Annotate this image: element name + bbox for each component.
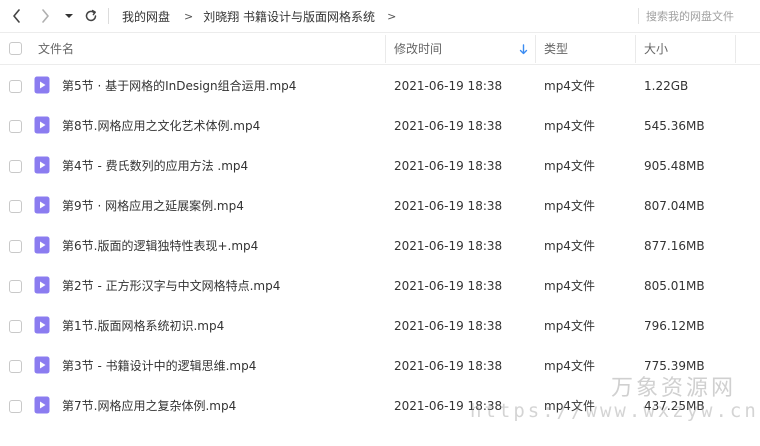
file-name[interactable]: 第1节.版面网格系统初识.mp4	[62, 306, 224, 346]
file-modified-time: 2021-06-19 18:38	[394, 279, 503, 293]
top-navigation-bar: 我的网盘 > 刘晓翔 书籍设计与版面网格系统 >	[0, 0, 760, 32]
column-header-type[interactable]: 类型	[544, 33, 568, 64]
column-resize-handle[interactable]	[635, 35, 636, 63]
column-header-type-label: 类型	[544, 42, 569, 56]
file-size: 807.04MB	[644, 199, 705, 213]
breadcrumb-item-root[interactable]: 我的网盘	[122, 8, 170, 25]
file-row[interactable]: 第5节 · 基于网格的InDesign组合运用.mp4 2021-06-19 1…	[0, 66, 760, 106]
column-header-name[interactable]: 文件名	[38, 33, 74, 64]
forward-button[interactable]	[34, 5, 56, 27]
file-modified-time: 2021-06-19 18:38	[394, 119, 503, 133]
file-type: mp4文件	[544, 79, 595, 93]
video-file-icon	[34, 156, 50, 174]
row-checkbox[interactable]	[9, 200, 22, 213]
column-header-modified-label: 修改时间	[394, 42, 443, 56]
file-type: mp4文件	[544, 319, 595, 333]
file-name[interactable]: 第8节.网格应用之文化艺术体例.mp4	[62, 106, 260, 146]
row-checkbox[interactable]	[9, 280, 22, 293]
file-modified-time: 2021-06-19 18:38	[394, 79, 503, 93]
arrow-down-icon	[519, 44, 528, 55]
file-name[interactable]: 第9节 · 网格应用之延展案例.mp4	[62, 186, 244, 226]
column-header-size[interactable]: 大小	[644, 33, 668, 64]
history-dropdown-button[interactable]	[60, 5, 78, 27]
row-checkbox[interactable]	[9, 120, 22, 133]
file-size: 805.01MB	[644, 279, 705, 293]
file-row[interactable]: 第2节 - 正方形汉字与中文网格特点.mp4 2021-06-19 18:38 …	[0, 266, 760, 306]
file-type: mp4文件	[544, 359, 595, 373]
file-modified-time: 2021-06-19 18:38	[394, 199, 503, 213]
breadcrumb-separator: >	[184, 9, 194, 23]
back-button[interactable]	[6, 5, 28, 27]
row-checkbox[interactable]	[9, 360, 22, 373]
column-header-name-label: 文件名	[38, 42, 75, 56]
refresh-button[interactable]	[80, 5, 102, 27]
file-size: 905.48MB	[644, 159, 705, 173]
file-type: mp4文件	[544, 239, 595, 253]
breadcrumb-separator-trailing[interactable]: >	[387, 10, 396, 23]
file-row[interactable]: 第6节.版面的逻辑独特性表现+.mp4 2021-06-19 18:38 mp4…	[0, 226, 760, 266]
column-resize-handle[interactable]	[385, 35, 386, 63]
chevron-left-icon	[13, 9, 20, 23]
breadcrumb: 我的网盘 > 刘晓翔 书籍设计与版面网格系统 >	[122, 0, 406, 32]
file-row[interactable]: 第4节 - 费氏数列的应用方法 .mp4 2021-06-19 18:38 mp…	[0, 146, 760, 186]
file-name[interactable]: 第2节 - 正方形汉字与中文网格特点.mp4	[62, 266, 280, 306]
file-size: 1.22GB	[644, 79, 689, 93]
file-modified-time: 2021-06-19 18:38	[394, 319, 503, 333]
file-type: mp4文件	[544, 279, 595, 293]
video-file-icon	[34, 76, 50, 94]
video-file-icon	[34, 236, 50, 254]
file-name[interactable]: 第6节.版面的逻辑独特性表现+.mp4	[62, 226, 258, 266]
file-modified-time: 2021-06-19 18:38	[394, 359, 503, 373]
row-checkbox[interactable]	[9, 240, 22, 253]
file-type: mp4文件	[544, 199, 595, 213]
file-modified-time: 2021-06-19 18:38	[394, 239, 503, 253]
video-file-icon	[34, 396, 50, 414]
file-type: mp4文件	[544, 159, 595, 173]
video-file-icon	[34, 276, 50, 294]
video-file-icon	[34, 116, 50, 134]
file-name[interactable]: 第7节.网格应用之复杂体例.mp4	[62, 386, 236, 426]
file-row[interactable]: 第9节 · 网格应用之延展案例.mp4 2021-06-19 18:38 mp4…	[0, 186, 760, 226]
column-resize-handle[interactable]	[735, 35, 736, 63]
video-file-icon	[34, 356, 50, 374]
file-row[interactable]: 第8节.网格应用之文化艺术体例.mp4 2021-06-19 18:38 mp4…	[0, 106, 760, 146]
file-name[interactable]: 第4节 - 费氏数列的应用方法 .mp4	[62, 146, 248, 186]
file-type: mp4文件	[544, 119, 595, 133]
video-file-icon	[34, 316, 50, 334]
file-size: 545.36MB	[644, 119, 705, 133]
column-header-modified[interactable]: 修改时间	[394, 33, 530, 64]
caret-down-icon	[65, 14, 73, 18]
row-checkbox[interactable]	[9, 400, 22, 413]
column-resize-handle[interactable]	[535, 35, 536, 63]
breadcrumb-item-current-folder[interactable]: 刘晓翔 书籍设计与版面网格系统	[203, 8, 375, 25]
row-checkbox[interactable]	[9, 320, 22, 333]
search-divider	[638, 8, 639, 24]
chevron-right-icon	[42, 9, 49, 23]
file-size: 796.12MB	[644, 319, 705, 333]
file-name[interactable]: 第5节 · 基于网格的InDesign组合运用.mp4	[62, 66, 296, 106]
file-row[interactable]: 第1节.版面网格系统初识.mp4 2021-06-19 18:38 mp4文件 …	[0, 306, 760, 346]
search-input[interactable]	[646, 6, 756, 26]
watermark-text: 万象资源网	[611, 376, 737, 401]
row-checkbox[interactable]	[9, 160, 22, 173]
toolbar-divider	[108, 8, 109, 24]
column-header-size-label: 大小	[644, 42, 669, 56]
refresh-icon	[85, 9, 97, 22]
file-modified-time: 2021-06-19 18:38	[394, 159, 503, 173]
file-name[interactable]: 第3节 - 书籍设计中的逻辑思维.mp4	[62, 346, 256, 386]
file-size: 877.16MB	[644, 239, 705, 253]
row-checkbox[interactable]	[9, 80, 22, 93]
select-all-checkbox[interactable]	[9, 42, 22, 55]
file-list-header: 文件名 修改时间 类型 大小	[0, 32, 760, 65]
select-all-cell	[9, 33, 22, 64]
watermark-url: https://www.wxzyw.cn	[470, 400, 759, 422]
video-file-icon	[34, 196, 50, 214]
